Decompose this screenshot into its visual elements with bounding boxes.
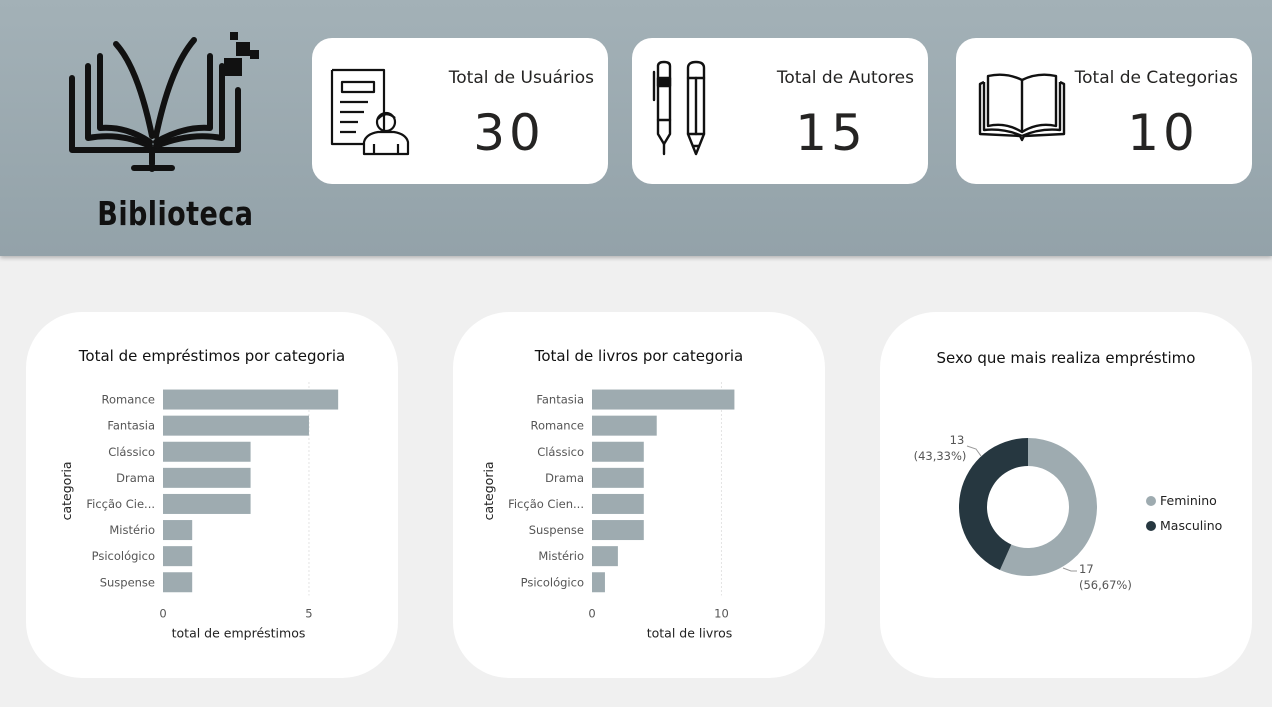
y-tick-label: Fantasia	[107, 419, 155, 433]
y-tick-label: Ficção Cie...	[86, 497, 155, 511]
data-label-masculino-percent: (43,33%)	[914, 449, 967, 463]
kpi-label-categorias: Total de Categorias	[1074, 68, 1238, 88]
kpi-value-categorias: 10	[1127, 104, 1199, 162]
bar-2	[592, 441, 644, 462]
kpi-card-autores: Total de Autores 15	[632, 38, 928, 184]
y-axis-title: categoria	[481, 461, 496, 520]
bar-1	[592, 415, 657, 436]
kpi-value-usuarios: 30	[473, 104, 545, 162]
x-tick-label: 5	[305, 606, 312, 620]
header-banner: Biblioteca Total de Usuários 30 Total de…	[0, 0, 1272, 256]
logo-text: Biblioteca	[97, 194, 254, 233]
y-tick-label: Ficção Cien...	[508, 497, 584, 511]
y-tick-label: Psicológico	[92, 549, 155, 563]
y-tick-label: Clássico	[537, 445, 584, 459]
y-tick-label: Suspense	[100, 575, 155, 589]
kpi-card-usuarios: Total de Usuários 30	[312, 38, 608, 184]
chart-legend: Feminino Masculino	[1146, 488, 1222, 538]
bar-chart-livros: 0 10 Fantasia Romance Clássico Drama Ficção Ci…	[481, 382, 735, 640]
bar-4	[592, 493, 644, 514]
x-axis-title: total de empréstimos	[172, 625, 306, 640]
book-monitor-logo-icon	[69, 32, 259, 172]
legend-item-masculino[interactable]: Masculino	[1146, 513, 1222, 538]
bar-0	[592, 389, 735, 410]
kpi-label-usuarios: Total de Usuários	[448, 68, 594, 88]
x-axis-title: total de livros	[647, 625, 733, 640]
legend-label-feminino: Feminino	[1160, 493, 1217, 508]
kpi-value-autores: 15	[795, 104, 867, 162]
x-tick-label: 0	[588, 606, 595, 620]
y-tick-label: Psicológico	[521, 575, 584, 589]
bar-0	[163, 389, 339, 410]
bar-3	[163, 467, 251, 488]
bar-2	[163, 441, 251, 462]
leader-line-feminino	[1062, 567, 1077, 572]
bar-7	[163, 572, 193, 593]
bar-5	[592, 520, 644, 541]
data-label-feminino-percent: (56,67%)	[1079, 578, 1132, 592]
y-tick-label: Drama	[545, 471, 584, 485]
bar-6	[592, 546, 618, 567]
legend-dot-masculino	[1146, 520, 1156, 531]
y-tick-label: Romance	[531, 419, 584, 433]
y-tick-label: Suspense	[529, 523, 584, 537]
x-tick-label: 10	[714, 606, 729, 620]
kpi-card-categorias: Total de Categorias 10	[956, 38, 1252, 184]
bar-5	[163, 520, 193, 541]
bar-7	[592, 572, 605, 593]
y-tick-label: Drama	[116, 471, 155, 485]
legend-label-masculino: Masculino	[1160, 518, 1223, 533]
y-tick-label: Mistério	[109, 523, 155, 537]
y-tick-label: Fantasia	[536, 393, 584, 407]
data-label-masculino-value: 13	[950, 433, 965, 447]
chart-card-sexo: Sexo que mais realiza empréstimo 17 (56,6…	[880, 312, 1252, 678]
y-tick-label: Romance	[102, 393, 155, 407]
chart-card-livros: Total de livros por categoria 0 10 Fantasi…	[453, 312, 825, 678]
user-document-icon	[328, 62, 414, 162]
y-tick-label: Clássico	[108, 445, 155, 459]
leader-line-masculino	[966, 445, 982, 457]
bar-chart-emprestimos: 0 5 Romance Fantasia Clássico Drama Ficção Cie…	[59, 382, 339, 640]
kpi-label-autores: Total de Autores	[776, 68, 914, 88]
y-tick-label: Mistério	[538, 549, 584, 563]
chart-card-emprestimos: Total de empréstimos por categoria 0 5 Rom…	[26, 312, 398, 678]
data-label-feminino-value: 17	[1079, 562, 1094, 576]
bar-6	[163, 546, 193, 567]
bar-3	[592, 467, 644, 488]
bar-4	[163, 493, 251, 514]
legend-item-feminino[interactable]: Feminino	[1146, 488, 1222, 513]
x-tick-label: 0	[159, 606, 166, 620]
legend-dot-feminino	[1146, 495, 1156, 506]
biblioteca-logo: Biblioteca	[60, 28, 270, 238]
y-axis-title: categoria	[59, 461, 74, 520]
bar-1	[163, 415, 309, 436]
pen-pencil-icon	[648, 60, 712, 164]
